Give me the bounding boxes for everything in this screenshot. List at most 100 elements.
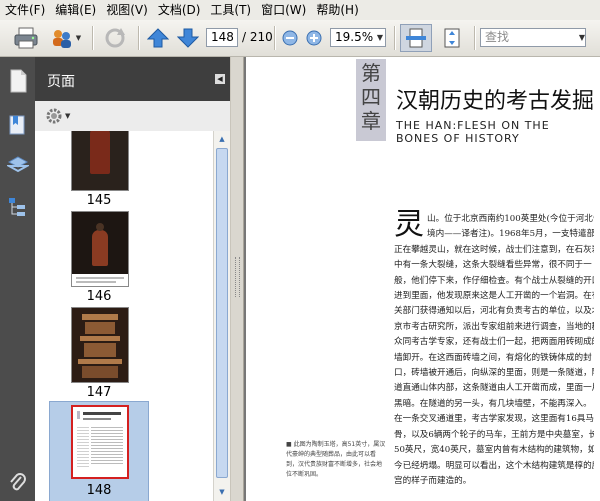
toolbar-separator (92, 26, 93, 50)
page-number-input[interactable]: 148 (206, 28, 238, 47)
paragraph-line: 道直通山体内部，这条隧道由人工开凿而成，里面一片 (394, 383, 594, 394)
menu-window[interactable]: 窗口(W) (256, 0, 311, 20)
previous-page-button[interactable] (146, 24, 170, 52)
pages-panel-header: 页面 ◀ (35, 57, 230, 101)
refresh-icon (105, 28, 125, 48)
search-input[interactable]: 查找 (480, 28, 586, 47)
menu-file[interactable]: 文件(F) (0, 0, 50, 20)
pages-panel-title: 页面 (47, 74, 75, 90)
paragraph-line: 众同考古学专家，还有战士们一起，把两面用砖砌成的 (394, 337, 594, 348)
print-icon (14, 27, 38, 49)
toolbar-separator (474, 26, 475, 50)
layers-button[interactable] (6, 153, 30, 177)
menu-tools[interactable]: 工具(T) (205, 0, 256, 20)
collapse-panel-button[interactable]: ◀ (215, 74, 225, 84)
pages-icon (10, 69, 27, 93)
page-thumbnail[interactable] (71, 211, 129, 287)
body-paragraph: 灵 山。位于北京西南约100英里处(今位于河北省 境内——译者注)。1968年5月… (394, 207, 594, 492)
chevron-left-icon: ◀ (217, 75, 223, 83)
paragraph-line: 中有一条大裂缝，这条大裂缝看些异常，很不同于一 (394, 260, 592, 271)
chevron-down-icon[interactable]: ▼ (576, 28, 588, 47)
minus-circle-icon (282, 30, 298, 46)
attachments-button[interactable] (6, 471, 30, 495)
fit-page-icon (444, 28, 460, 48)
paragraph-line: 在一条交叉通道里，考古学家发现，这里面有16具马 (394, 414, 594, 425)
paragraph-line: 京市考古研究所，派出专家组前来进行调查，当地的群 (394, 321, 594, 332)
paragraph-line: 山。位于北京西南约100英里处(今位于河北省 (427, 214, 594, 224)
navigation-pane-icons (0, 57, 35, 501)
fit-page-button[interactable] (436, 24, 468, 52)
toolbar-separator (394, 26, 395, 50)
chapter-subtitle: THE HAN:FLESH ON THE BONES OF HISTORY (396, 119, 550, 145)
chevron-down-icon: ▼ (219, 488, 225, 496)
zoom-in-button[interactable] (304, 24, 324, 52)
bookmark-icon (9, 115, 25, 135)
plus-circle-icon (306, 30, 322, 46)
collaborate-button[interactable]: ▼ (46, 24, 84, 52)
paragraph-line: 境内——译者注)。1968年5月，一支特遣部队 (427, 229, 594, 240)
pages-button[interactable] (6, 69, 30, 93)
pane-splitter[interactable] (230, 57, 244, 501)
chapter-char: 第 (361, 61, 381, 85)
zoom-out-button[interactable] (280, 24, 300, 52)
people-icon (52, 30, 71, 48)
chapter-char: 四 (361, 85, 381, 109)
arrow-down-icon (177, 28, 199, 48)
toolbar-separator (138, 26, 139, 50)
subtitle-line: BONES OF HISTORY (396, 132, 520, 145)
paragraph-line: 正在攀越灵山，就在这时候，战士们注意到，在石灰岩 (394, 244, 594, 255)
arrow-up-icon (147, 28, 169, 48)
subtitle-line: THE HAN:FLESH ON THE (396, 119, 550, 132)
tree-icon (9, 198, 25, 216)
fit-width-icon (406, 28, 426, 48)
refresh-button[interactable] (100, 24, 130, 52)
chapter-label: 第 四 章 (356, 59, 386, 141)
panel-options-bar: ▼ (35, 101, 230, 131)
print-button[interactable] (10, 24, 42, 52)
scroll-down-button[interactable]: ▼ (215, 485, 229, 499)
paragraph-line: 关部门获得通知以后，河北有负责考古的单位，以及北 (394, 306, 594, 317)
paragraph-line: 口，砖墙被开通后，向纵深的里面，则是一条隧道，隧 (394, 368, 594, 379)
page-thumbnail[interactable] (71, 131, 129, 191)
toolbar-separator (274, 26, 275, 50)
paragraph-line: 墙卸开。在这西面砖墙之间，有熔化的铁铸体成的封 (394, 352, 592, 363)
page-thumbnail-current[interactable] (71, 405, 129, 479)
paragraph-line: 骨，以及6辆两个轮子的马车，王前方是中央墓室，长 (394, 429, 594, 440)
options-button[interactable]: ▼ (45, 107, 75, 125)
chevron-down-icon[interactable]: ▼ (374, 28, 386, 47)
paragraph-line: 进到里面，他发现原来这是人工开凿的一个岩洞。在有 (394, 291, 594, 302)
document-view[interactable]: 第 四 章 汉朝历史的考古发掘 THE HAN:FLESH ON THE BON… (244, 57, 600, 501)
paragraph-line: 黑暗。在隧道的另一头，有几块墙壁，不能再深入。 (394, 398, 592, 409)
menu-view[interactable]: 视图(V) (101, 0, 153, 20)
chevron-down-icon: ▼ (65, 112, 71, 120)
menu-document[interactable]: 文档(D) (153, 0, 206, 20)
chevron-up-icon: ▲ (219, 135, 225, 143)
paragraph-line: 50英尺，宽40英尺，墓室内曾有木结构的建筑物，如 (394, 445, 594, 456)
menu-bar: 文件(F) 编辑(E) 视图(V) 文档(D) 工具(T) 窗口(W) 帮助(H… (0, 0, 600, 21)
paperclip-icon (10, 473, 26, 491)
thumbnail-label: 146 (86, 289, 112, 304)
next-page-button[interactable] (176, 24, 200, 52)
page-thumbnail[interactable] (71, 307, 129, 383)
pages-panel: 页面 ◀ ▼ 145 146 147 148 ▲ ▼ (35, 57, 230, 501)
splitter-grip (235, 257, 240, 297)
menu-help[interactable]: 帮助(H) (311, 0, 363, 20)
bookmarks-button[interactable] (6, 113, 30, 137)
fit-width-button[interactable] (400, 24, 432, 52)
chapter-char: 章 (361, 109, 381, 133)
chapter-title: 汉朝历史的考古发掘 (396, 89, 595, 114)
layers-icon (7, 156, 29, 173)
scroll-thumb[interactable] (216, 148, 228, 478)
thumbnail-label: 145 (86, 193, 112, 208)
paragraph-line: 般，他们停下来，作仔细检查。有个战士从裂缝的开口 (394, 275, 594, 286)
page-edge (244, 57, 246, 501)
gear-icon (46, 108, 62, 124)
thumbnail-list: 145 146 147 148 (35, 131, 213, 501)
image-caption: ■ 此图为陶制玉塔，高51英寸，属汉代豪绅的典型随葬品，由此可以看到，汉代贵族财… (286, 441, 386, 478)
structure-button[interactable] (6, 195, 30, 219)
scroll-up-button[interactable]: ▲ (215, 132, 229, 146)
thumbnail-scrollbar[interactable]: ▲ ▼ (213, 131, 230, 501)
chevron-down-icon: ▼ (75, 34, 82, 42)
menu-edit[interactable]: 编辑(E) (50, 0, 101, 20)
drop-cap: 灵 (394, 207, 424, 242)
